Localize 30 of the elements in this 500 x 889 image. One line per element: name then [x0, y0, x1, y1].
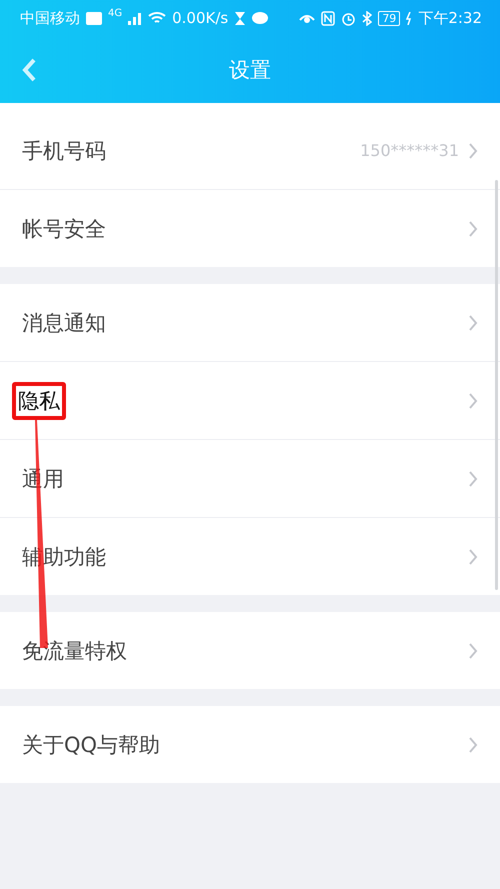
row-label: 关于QQ与帮助: [22, 732, 162, 758]
wifi-icon: [148, 11, 166, 25]
chevron-right-icon: [469, 220, 478, 236]
clock-text: 下午2:32: [418, 8, 482, 28]
bluetooth-icon: [362, 10, 372, 26]
page-title: 设置: [229, 56, 271, 84]
carrier-text: 中国移动: [20, 8, 80, 28]
hourglass-icon: [234, 10, 246, 26]
charging-icon: [406, 12, 412, 24]
signal-icon: [128, 11, 142, 25]
alarm-icon: [341, 10, 356, 26]
back-icon[interactable]: [22, 58, 36, 82]
phone-number-text: 150******31: [360, 141, 459, 160]
chevron-right-icon: [469, 736, 478, 752]
network-type-text: 4G: [108, 8, 122, 19]
chevron-right-icon: [469, 392, 478, 408]
chat-bubble-icon: [252, 11, 268, 25]
nfc-icon: [321, 10, 336, 26]
row-label: 隐私: [12, 382, 66, 420]
row-label: 帐号安全: [22, 216, 107, 242]
battery-level-text: 79: [378, 10, 400, 26]
network-speed-text: 0.00K/s: [172, 9, 228, 27]
row-label: 消息通知: [22, 310, 107, 336]
chevron-right-icon: [469, 314, 478, 330]
chevron-right-icon: [469, 548, 478, 564]
chevron-right-icon: [469, 642, 478, 658]
row-label: 免流量特权: [22, 638, 128, 664]
chevron-right-icon: [469, 470, 478, 486]
chevron-right-icon: [469, 142, 478, 158]
row-label: 手机号码: [22, 138, 107, 164]
